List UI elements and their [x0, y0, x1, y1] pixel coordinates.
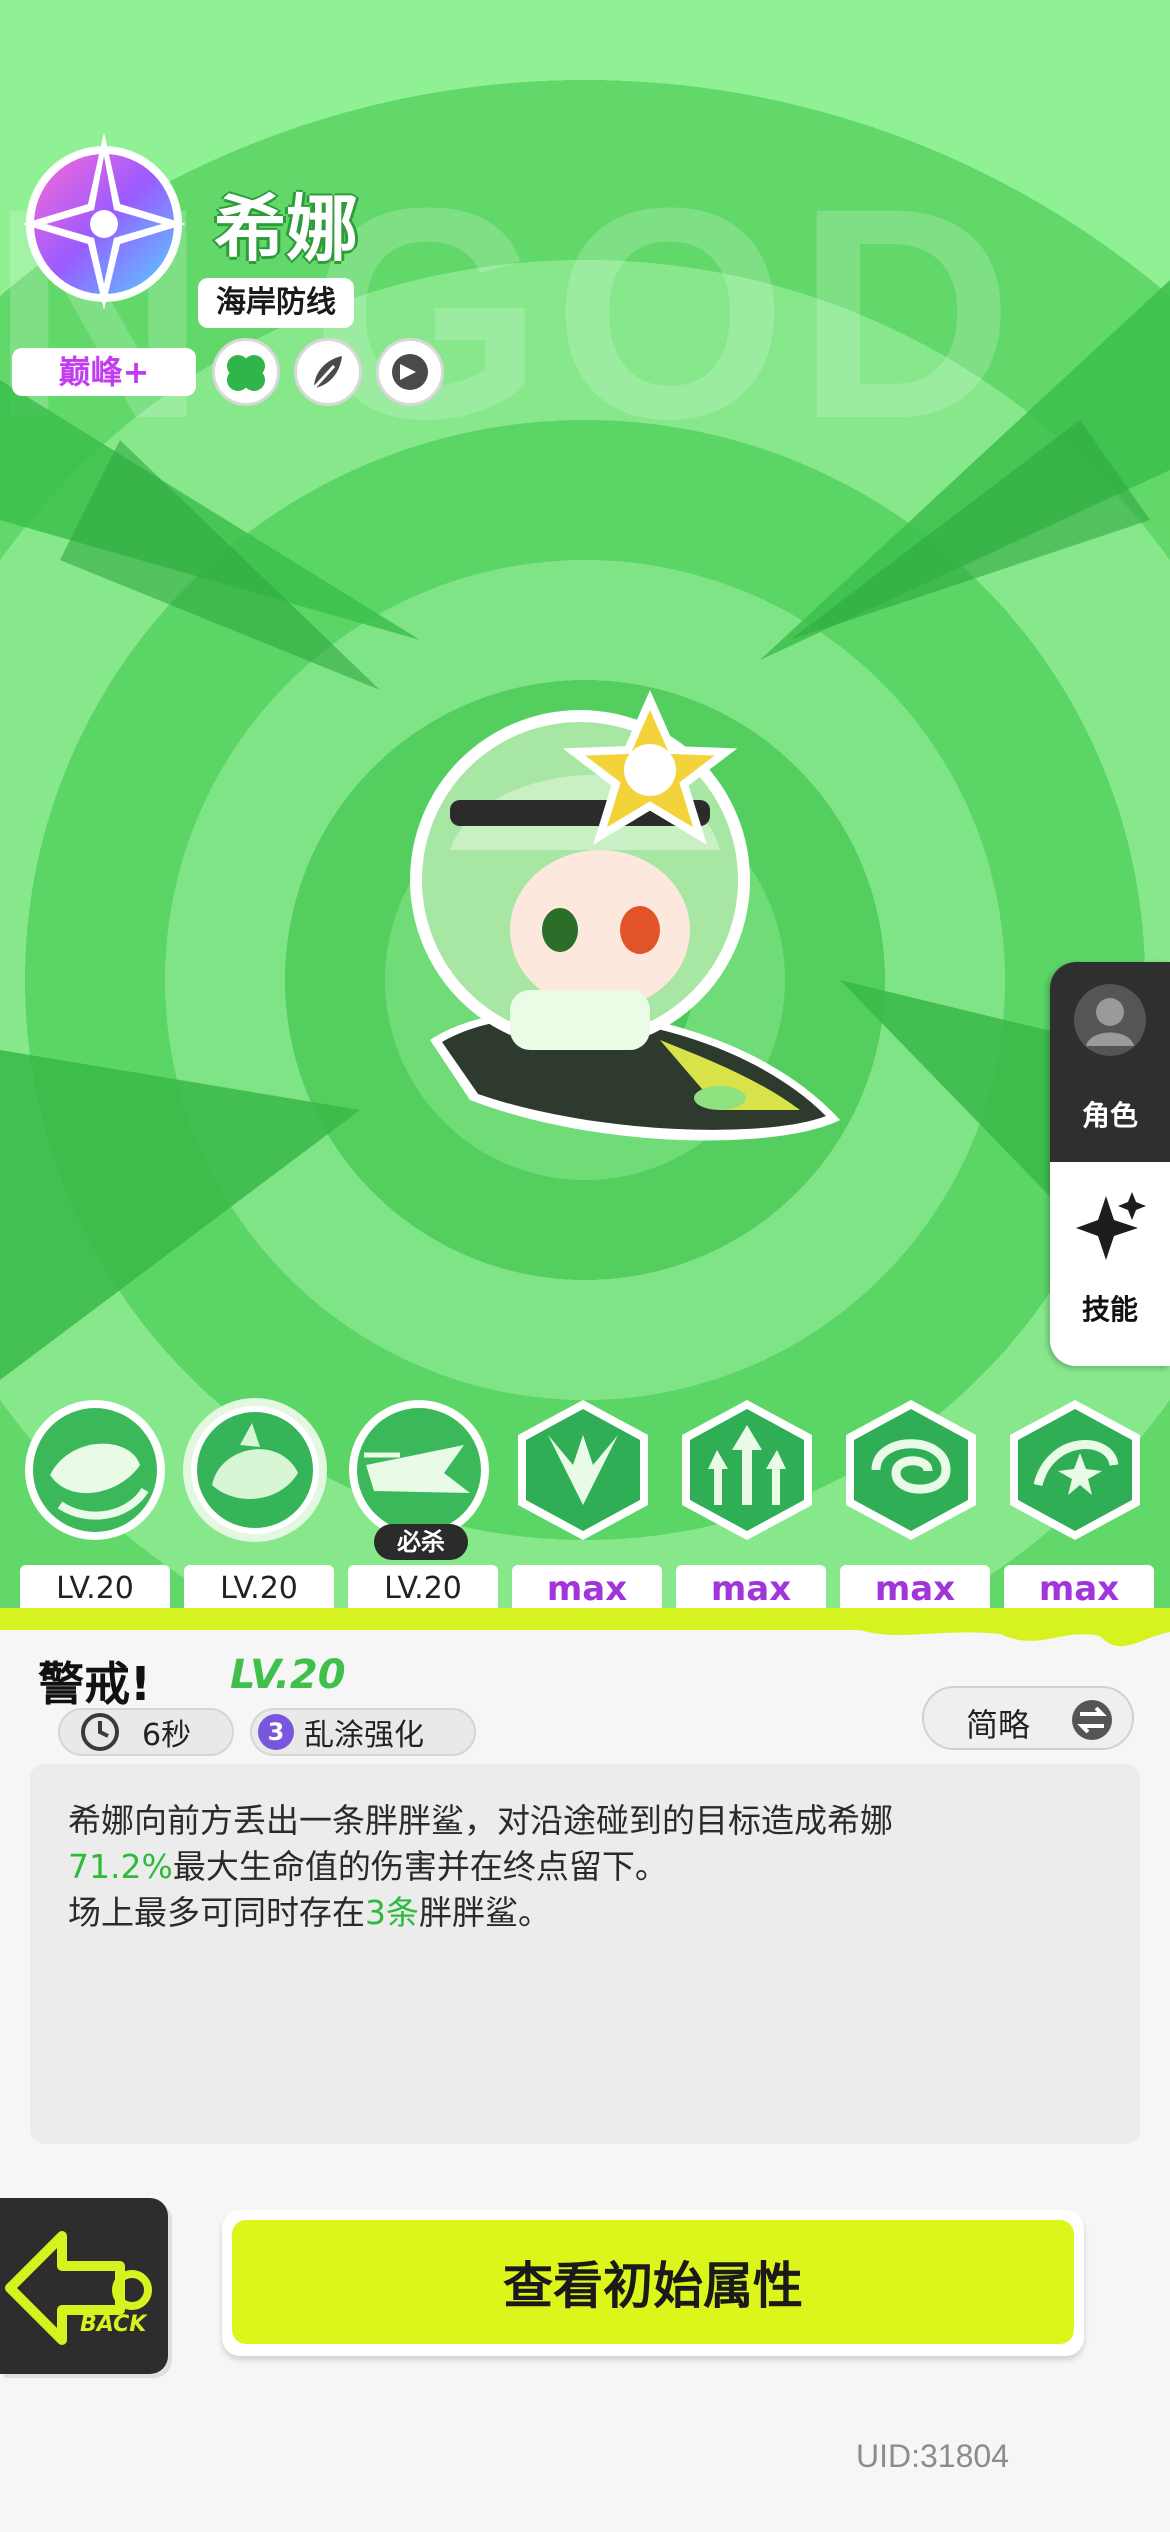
cooldown-chip: 6秒	[58, 1708, 234, 1756]
desc-line-1: 希娜向前方丢出一条胖胖鲨，对沿途碰到的目标造成希娜	[68, 1801, 893, 1840]
desc-line-2: 71.2%最大生命值的伤害并在终点留下。	[68, 1840, 668, 1888]
upgrade-count-badge: 3	[258, 1714, 294, 1750]
trait-clover[interactable]	[212, 338, 280, 406]
vortex-icon	[846, 1400, 976, 1540]
cooldown-value: 6秒	[142, 1718, 192, 1753]
slime-divider	[0, 1608, 1170, 1647]
skill-level-4: max	[512, 1565, 662, 1613]
desc-line-3-a: 场上最多可同时存在	[68, 1893, 365, 1932]
claw-icon	[392, 354, 428, 390]
skill-slot-1[interactable]	[20, 1395, 170, 1545]
upgrade-label: 乱涂强化	[304, 1718, 424, 1753]
person-icon	[1074, 984, 1146, 1056]
fish-swirl-icon	[25, 1400, 165, 1540]
brief-toggle-button[interactable]: 简略	[922, 1686, 1134, 1750]
tab-skill-label: 技能	[1081, 1293, 1138, 1326]
slash-icon	[518, 1400, 648, 1540]
swirl-star-icon	[1010, 1400, 1140, 1540]
back-arrow-icon	[5, 2231, 152, 2345]
skill-level-5: max	[676, 1565, 826, 1613]
sparkle-icon	[1076, 1192, 1146, 1260]
skill-slot-4[interactable]	[508, 1395, 658, 1545]
back-button[interactable]: BACK	[0, 2198, 168, 2374]
shark-dash-icon	[349, 1400, 489, 1540]
trait-claw[interactable]	[376, 338, 444, 406]
rank-emblem-icon	[22, 132, 186, 310]
desc-count-value: 3条	[365, 1893, 419, 1932]
skill-level-1: LV.20	[20, 1565, 170, 1613]
tab-role-label: 角色	[1081, 1099, 1138, 1132]
skill-level-2: LV.20	[184, 1565, 334, 1613]
upgrade-chip: 3 乱涂强化	[250, 1708, 476, 1756]
skill-level-6: max	[840, 1565, 990, 1613]
ultimate-tag: 必杀	[374, 1524, 468, 1560]
skill-slot-5[interactable]	[672, 1395, 822, 1545]
character-sprite	[410, 690, 840, 1141]
desc-damage-value: 71.2%	[68, 1847, 173, 1886]
trait-feather[interactable]	[294, 338, 362, 406]
character-title: 海岸防线	[198, 278, 354, 328]
skill-title: 警戒!	[38, 1657, 151, 1711]
back-label: BACK	[80, 2312, 147, 2337]
shark-icon	[183, 1398, 327, 1542]
desc-line-3: 场上最多可同时存在3条胖胖鲨。	[68, 1886, 551, 1934]
brief-label: 简略	[966, 1706, 1031, 1744]
skill-slot-2[interactable]	[180, 1395, 330, 1545]
skill-level-3: LV.20	[348, 1565, 498, 1613]
swap-icon	[1072, 1700, 1112, 1740]
clover-icon	[227, 355, 265, 391]
feather-icon	[312, 356, 342, 390]
tab-role[interactable]: 角色	[1050, 962, 1170, 1162]
view-attributes-label: 查看初始属性	[232, 2220, 1074, 2344]
clock-icon	[81, 1713, 119, 1751]
skill-slot-7[interactable]	[1000, 1395, 1150, 1545]
skill-description-box: 希娜向前方丢出一条胖胖鲨，对沿途碰到的目标造成希娜 71.2%最大生命值的伤害并…	[30, 1764, 1140, 2144]
view-attributes-button[interactable]: 查看初始属性	[222, 2210, 1084, 2356]
desc-line-2-text: 最大生命值的伤害并在终点留下。	[172, 1847, 668, 1886]
rank-badge: 巅峰+	[12, 348, 196, 396]
skill-level-7: max	[1004, 1565, 1154, 1613]
user-id: UID:31804	[856, 2438, 1009, 2474]
side-tab-panel: 角色 技能	[1050, 962, 1170, 1366]
skill-slot-6[interactable]	[836, 1395, 986, 1545]
character-name: 希娜	[214, 187, 359, 271]
skill-slot-3[interactable]	[344, 1395, 494, 1545]
skill-detail-level: LV.20	[230, 1652, 346, 1698]
desc-line-3-b: 胖胖鲨。	[419, 1893, 551, 1932]
tab-skill[interactable]: 技能	[1050, 1162, 1170, 1366]
triple-arrow-icon	[682, 1400, 812, 1540]
